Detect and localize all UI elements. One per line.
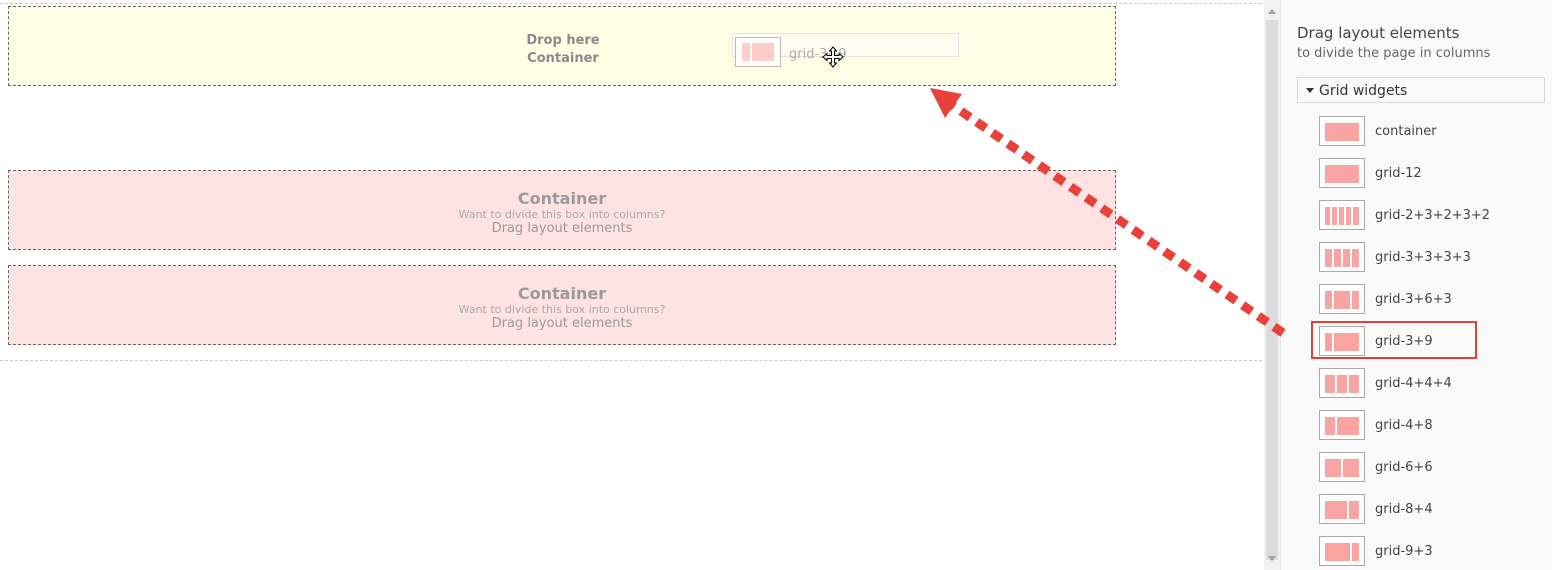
sidebar-subtitle: to divide the page in columns [1297, 46, 1491, 61]
widget-container[interactable]: container [1319, 116, 1499, 148]
scroll-thumb[interactable] [1266, 20, 1278, 560]
widget-grid-4-8[interactable]: grid-4+8 [1319, 410, 1499, 442]
container-box[interactable]: Container Want to divide this box into c… [8, 265, 1116, 345]
widget-label: grid-3+6+3 [1375, 292, 1452, 307]
layout-grid-2-3-2-3-2-icon [1319, 200, 1365, 230]
widget-label: grid-4+4+4 [1375, 376, 1452, 391]
layout-grid-3-3-3-3-icon [1319, 242, 1365, 272]
widget-grid-4-4-4[interactable]: grid-4+4+4 [1319, 368, 1499, 400]
widget-label: grid-3+3+3+3 [1375, 250, 1471, 265]
sidebar-title: Drag layout elements [1297, 24, 1460, 42]
widget-label: container [1375, 124, 1437, 139]
scroll-up-icon[interactable] [1268, 9, 1276, 14]
page-canvas: Drop here Container grid-3+9 Container W… [0, 0, 1264, 570]
grid-widgets-section-toggle[interactable]: Grid widgets [1297, 77, 1545, 103]
container-title: Container [517, 284, 607, 303]
widget-grid-6-6[interactable]: grid-6+6 [1319, 452, 1499, 484]
container-subtitle: Want to divide this box into columns? [458, 208, 666, 221]
layout-grid-3-6-3-icon [1319, 284, 1365, 314]
widget-grid-3-6-3[interactable]: grid-3+6+3 [1319, 284, 1499, 316]
move-cursor-icon [822, 46, 844, 68]
section-label: Grid widgets [1319, 83, 1408, 99]
widget-label: grid-9+3 [1375, 544, 1433, 559]
container-hint: Drag layout elements [491, 316, 633, 331]
widget-label: grid-2+3+2+3+2 [1375, 208, 1491, 223]
widget-label: grid-12 [1375, 166, 1422, 181]
highlight-box [1311, 321, 1477, 359]
layout-grid-6-6-icon [1319, 452, 1365, 482]
scroll-down-icon[interactable] [1268, 556, 1276, 561]
container-box[interactable]: Container Want to divide this box into c… [8, 170, 1116, 250]
layout-grid-8-4-icon [1319, 494, 1365, 524]
layout-grid-12-icon [1319, 158, 1365, 188]
widget-grid-2-3-2-3-2[interactable]: grid-2+3+2+3+2 [1319, 200, 1499, 232]
layout-grid-4-4-4-icon [1319, 368, 1365, 398]
drag-ghost: grid-3+9 [732, 33, 959, 67]
widget-grid-3-3-3-3[interactable]: grid-3+3+3+3 [1319, 242, 1499, 274]
container-title: Container [517, 189, 607, 208]
widget-label: grid-6+6 [1375, 460, 1433, 475]
widget-grid-8-4[interactable]: grid-8+4 [1319, 494, 1499, 526]
layout-grid-9-3-icon [1319, 536, 1365, 566]
layout-grid-4-8-icon [1319, 410, 1365, 440]
widget-grid-9-3[interactable]: grid-9+3 [1319, 536, 1499, 568]
container-hint: Drag layout elements [491, 221, 633, 236]
vertical-scrollbar[interactable] [1264, 0, 1280, 570]
widget-label: grid-8+4 [1375, 502, 1433, 517]
widget-label: grid-4+8 [1375, 418, 1433, 433]
drag-ghost-grid-icon [735, 37, 781, 67]
caret-down-icon [1306, 88, 1314, 93]
layout-container-icon [1319, 116, 1365, 146]
widget-grid-12[interactable]: grid-12 [1319, 158, 1499, 190]
layout-sidebar: Drag layout elements to divide the page … [1280, 0, 1552, 570]
container-subtitle: Want to divide this box into columns? [458, 303, 666, 316]
